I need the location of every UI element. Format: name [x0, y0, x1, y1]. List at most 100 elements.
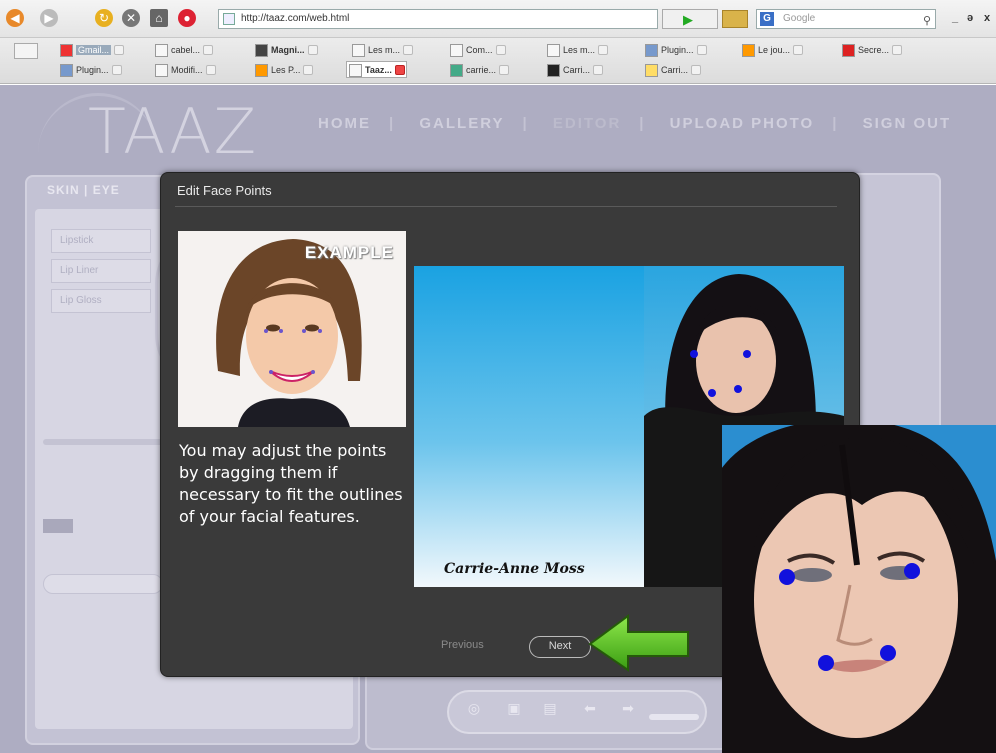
color-swatch[interactable]: [43, 519, 73, 533]
tab-item[interactable]: Carri...: [643, 62, 702, 79]
minimize-button[interactable]: _: [952, 12, 958, 24]
refresh-icon[interactable]: ↻: [95, 9, 113, 27]
tab-item[interactable]: cabel...: [153, 42, 214, 59]
nav-home[interactable]: HOME: [318, 115, 371, 132]
arrow-icon: [588, 614, 689, 672]
tab-item[interactable]: Les P...: [253, 62, 314, 79]
url-text: http://taaz.com/web.html: [241, 13, 350, 24]
redo-icon[interactable]: ➡: [619, 700, 637, 716]
lip-gloss-button[interactable]: Lip Gloss: [51, 289, 151, 313]
nav-sign-out[interactable]: SIGN OUT: [863, 115, 952, 132]
stop-icon[interactable]: ✕: [122, 9, 140, 27]
home-icon[interactable]: ⌂: [150, 9, 168, 27]
print-icon[interactable]: ▤: [541, 700, 559, 716]
page-icon: [255, 44, 268, 57]
tab-item-active[interactable]: Taaz...: [346, 61, 407, 78]
tab-item[interactable]: Plugin...: [643, 42, 708, 59]
undo-icon[interactable]: ⬅: [581, 700, 599, 716]
site-logo[interactable]: TAAZ: [88, 95, 258, 168]
nav-upload-photo[interactable]: UPLOAD PHOTO: [670, 115, 815, 132]
page-icon: [155, 64, 168, 77]
nav-editor[interactable]: EDITOR: [553, 115, 621, 132]
page-icon: [349, 64, 362, 77]
go-button[interactable]: ▶: [662, 9, 718, 29]
tab-item[interactable]: Com...: [448, 42, 507, 59]
lip-liner-button[interactable]: Lip Liner: [51, 259, 151, 283]
search-icon[interactable]: ⚲: [923, 12, 931, 30]
photo-background: [414, 266, 644, 587]
save-icon[interactable]: ▣: [505, 700, 523, 716]
search-input[interactable]: G Google ⚲: [756, 9, 936, 29]
photo-caption: Carrie-Anne Moss: [444, 561, 585, 577]
blogger-icon: [255, 64, 268, 77]
page-icon: [450, 64, 463, 77]
block-icon[interactable]: ●: [178, 9, 196, 27]
tab-close-icon[interactable]: [598, 45, 609, 55]
blogger-icon: [742, 44, 755, 57]
editor-toolbar: ◎ ▣ ▤ ⬅ ➡: [365, 670, 745, 750]
tab-item[interactable]: Secre...: [840, 42, 903, 59]
tab-close-icon[interactable]: [696, 45, 707, 55]
browser-toolbar: ◀ ▶ ↻ ✕ ⌂ ● http://taaz.com/web.html ▶ G…: [0, 0, 996, 38]
gmail-icon: [60, 44, 73, 57]
restore-button[interactable]: ə: [967, 12, 973, 24]
top-nav: HOME | GALLERY | EDITOR | UPLOAD PHOTO | SIG…: [318, 115, 952, 132]
instructions-text: You may adjust the points by dragging th…: [179, 441, 403, 526]
tab-close-icon[interactable]: [892, 45, 903, 55]
tools-pill: ◎ ▣ ▤ ⬅ ➡: [447, 690, 707, 734]
next-button[interactable]: Next: [529, 636, 591, 658]
tab-close-icon[interactable]: [303, 65, 314, 75]
page-icon: [842, 44, 855, 57]
tab-close-icon[interactable]: [394, 65, 405, 75]
wordpress-icon: [60, 64, 73, 77]
briefcase-icon[interactable]: [722, 10, 748, 28]
divider: [175, 206, 837, 207]
zoomed-face-points: [722, 425, 996, 753]
search-placeholder: Google: [783, 13, 816, 24]
go-icon: ▶: [683, 12, 693, 27]
reset-button[interactable]: [43, 574, 163, 594]
tab-close-icon[interactable]: [495, 45, 506, 55]
google-icon: G: [760, 12, 774, 26]
intensity-slider[interactable]: [43, 439, 173, 445]
tab-close-icon[interactable]: [499, 65, 510, 75]
zoom-icon[interactable]: ◎: [465, 700, 483, 716]
tab-item[interactable]: Les m...: [350, 42, 414, 59]
page-favicon: [223, 13, 235, 25]
tab-close-icon[interactable]: [205, 65, 216, 75]
tab-close-icon[interactable]: [111, 65, 122, 75]
example-image: EXAMPLE: [178, 231, 406, 427]
back-icon[interactable]: ◀: [6, 9, 24, 27]
tab-item[interactable]: Modifi...: [153, 62, 217, 79]
left-panel-tabs[interactable]: SKIN | EYE: [47, 183, 120, 197]
zoom-slider[interactable]: [649, 714, 699, 720]
close-button[interactable]: x: [984, 12, 990, 24]
wordpress-icon: [645, 44, 658, 57]
tab-close-icon[interactable]: [403, 45, 414, 55]
tab-item[interactable]: Gmail...: [58, 42, 125, 59]
tab-close-icon[interactable]: [593, 65, 603, 75]
tab-item[interactable]: Les m...: [545, 42, 609, 59]
previous-button[interactable]: Previous: [441, 639, 484, 651]
tab-item[interactable]: Le jou...: [740, 42, 804, 59]
nav-gallery[interactable]: GALLERY: [419, 115, 504, 132]
tab-item[interactable]: carrie...: [448, 62, 510, 79]
tab-list-icon[interactable]: [14, 43, 38, 59]
tab-item[interactable]: Carri...: [545, 62, 604, 79]
url-bar[interactable]: http://taaz.com/web.html: [218, 9, 658, 29]
tab-item[interactable]: Plugin...: [58, 62, 123, 79]
page-icon: [450, 44, 463, 57]
tab-item[interactable]: Magni...: [253, 42, 319, 59]
lipstick-button[interactable]: Lipstick: [51, 229, 151, 253]
bookmarks-bar: Gmail... cabel... Magni... Les m... Com.…: [0, 38, 996, 84]
tab-close-icon[interactable]: [307, 45, 318, 55]
tab-close-icon[interactable]: [203, 45, 214, 55]
tab-close-icon[interactable]: [793, 45, 804, 55]
tab-close-icon[interactable]: [114, 45, 125, 55]
forward-icon[interactable]: ▶: [40, 9, 58, 27]
zoom-inset: [722, 425, 996, 753]
page-icon: [155, 44, 168, 57]
page-icon: [547, 44, 560, 57]
page-icon: [352, 44, 365, 57]
tab-close-icon[interactable]: [691, 65, 701, 75]
